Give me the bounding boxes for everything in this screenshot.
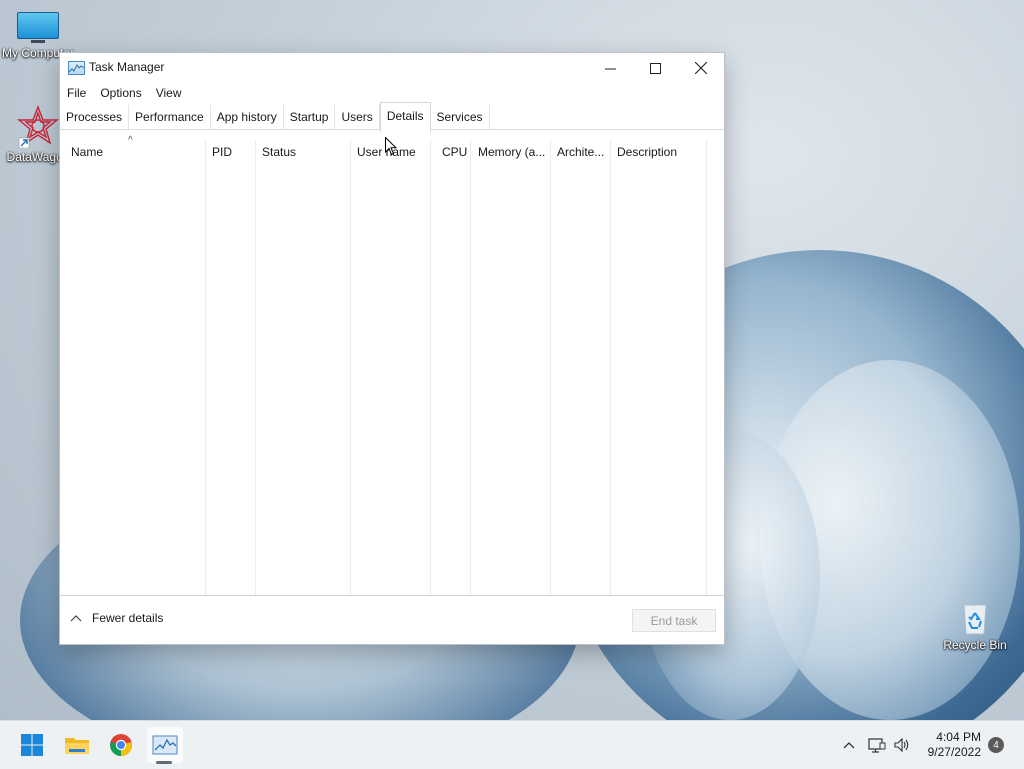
tab-app-history[interactable]: App history [211, 105, 284, 129]
desktop-icon-label: Recycle Bin [943, 638, 1007, 652]
clock[interactable]: 4:04 PM 9/27/2022 [918, 730, 981, 760]
file-explorer-icon [65, 738, 89, 754]
tab-details[interactable]: Details [379, 102, 431, 133]
datawagon-icon [17, 105, 59, 148]
column-header-pid[interactable]: PID [206, 140, 255, 164]
tab-users[interactable]: Users [335, 105, 380, 129]
minimize-button[interactable] [587, 53, 633, 83]
column-divider[interactable] [470, 140, 471, 595]
close-button[interactable] [678, 53, 724, 83]
fewer-details-button[interactable]: Fewer details [70, 611, 163, 625]
chrome-button[interactable] [103, 727, 139, 763]
start-button[interactable] [14, 727, 50, 763]
tab-performance[interactable]: Performance [129, 105, 211, 129]
menu-bar: File Options View [60, 83, 189, 105]
tab-startup[interactable]: Startup [284, 105, 336, 129]
chevron-up-icon [70, 615, 82, 622]
column-header-name[interactable]: Name [65, 140, 205, 164]
footer-bar: Fewer details End task [60, 596, 724, 644]
fewer-details-label: Fewer details [92, 611, 164, 625]
menu-view[interactable]: View [149, 83, 189, 105]
chevron-up-icon [843, 742, 855, 749]
show-hidden-icons-button[interactable] [832, 727, 866, 763]
task-manager-taskbar-button[interactable] [147, 727, 183, 763]
taskbar: 4:04 PM 9/27/2022 4 [0, 720, 1024, 769]
tab-services[interactable]: Services [431, 105, 490, 129]
start-icon [21, 734, 43, 756]
end-task-button[interactable]: End task [632, 609, 716, 632]
notification-badge[interactable]: 4 [988, 737, 1004, 753]
menu-file[interactable]: File [60, 83, 93, 105]
maximize-button[interactable] [632, 53, 678, 83]
column-header-cpu[interactable]: CPU [436, 140, 470, 164]
close-icon [695, 62, 707, 74]
network-icon [868, 738, 886, 753]
column-header-memory[interactable]: Memory (a... [472, 140, 550, 164]
column-divider[interactable] [205, 140, 206, 595]
window-title: Task Manager [89, 60, 165, 74]
column-divider[interactable] [550, 140, 551, 595]
column-header-description[interactable]: Description [611, 140, 706, 164]
minimize-icon [604, 68, 616, 69]
recycle-bin-icon [963, 604, 987, 635]
menu-options[interactable]: Options [93, 83, 148, 105]
details-table[interactable]: ^ Name PID Status User name CPU Memory (… [60, 135, 724, 596]
column-divider[interactable] [350, 140, 351, 595]
desktop-icon-recycle-bin[interactable]: Recycle Bin [937, 600, 1013, 652]
active-app-indicator [156, 761, 172, 764]
clock-date: 9/27/2022 [927, 745, 981, 759]
column-divider[interactable] [610, 140, 611, 595]
column-divider[interactable] [430, 140, 431, 595]
mouse-cursor-icon [385, 137, 397, 156]
task-manager-icon [152, 735, 178, 755]
task-manager-icon [68, 61, 85, 75]
column-divider[interactable] [255, 140, 256, 595]
chrome-icon [110, 734, 132, 756]
volume-button[interactable] [887, 727, 917, 763]
speaker-icon [894, 737, 909, 753]
tab-strip: Processes Performance App history Startu… [60, 102, 724, 133]
title-bar[interactable]: Task Manager [60, 53, 724, 83]
column-header-status[interactable]: Status [256, 140, 350, 164]
clock-time: 4:04 PM [936, 730, 981, 744]
file-explorer-button[interactable] [59, 727, 95, 763]
maximize-icon [649, 62, 661, 74]
tab-processes[interactable]: Processes [60, 105, 130, 129]
column-divider[interactable] [706, 140, 707, 595]
monitor-icon [17, 12, 59, 44]
column-header-architecture[interactable]: Archite... [551, 140, 610, 164]
